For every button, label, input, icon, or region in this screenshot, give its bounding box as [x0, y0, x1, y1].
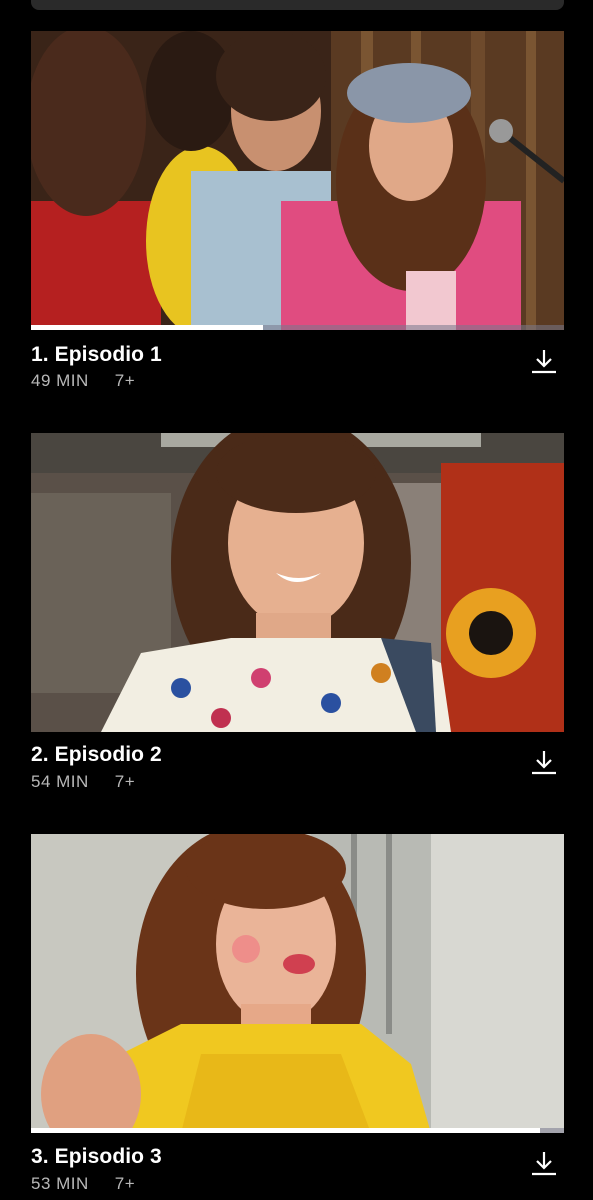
episode-duration: 54 MIN — [31, 772, 89, 791]
episode-2-still — [31, 433, 564, 732]
episode-1-still — [31, 31, 564, 330]
episode-thumbnail[interactable] — [31, 834, 564, 1133]
episode-duration: 49 MIN — [31, 371, 89, 390]
episode-meta: 54 MIN 7+ — [31, 772, 135, 792]
episode-title: 1. Episodio 1 — [31, 343, 162, 366]
progress-bar — [31, 1128, 564, 1133]
status-bar — [31, 0, 564, 10]
download-button[interactable] — [530, 1149, 558, 1177]
episode-thumbnail[interactable] — [31, 433, 564, 732]
episode-3-still — [31, 834, 564, 1133]
episode-item-1[interactable]: 1. Episodio 1 49 MIN 7+ — [31, 31, 564, 390]
episode-thumbnail[interactable] — [31, 31, 564, 330]
download-button[interactable] — [530, 347, 558, 375]
episode-duration: 53 MIN — [31, 1174, 89, 1193]
maturity-rating: 7+ — [114, 772, 136, 791]
download-icon — [532, 751, 556, 775]
progress-fill — [31, 1128, 540, 1133]
episode-item-2[interactable]: 2. Episodio 2 54 MIN 7+ — [31, 433, 564, 791]
episode-title: 3. Episodio 3 — [31, 1145, 162, 1168]
episode-title: 2. Episodio 2 — [31, 743, 162, 766]
maturity-rating: 7+ — [114, 371, 136, 390]
episode-meta: 53 MIN 7+ — [31, 1174, 135, 1194]
progress-fill — [31, 325, 263, 330]
episode-item-3[interactable]: 3. Episodio 3 53 MIN 7+ — [31, 834, 564, 1193]
progress-bar — [31, 325, 564, 330]
episode-meta: 49 MIN 7+ — [31, 371, 135, 391]
maturity-rating: 7+ — [114, 1174, 136, 1193]
download-icon — [532, 350, 556, 374]
download-icon — [532, 1152, 556, 1176]
download-button[interactable] — [530, 748, 558, 776]
